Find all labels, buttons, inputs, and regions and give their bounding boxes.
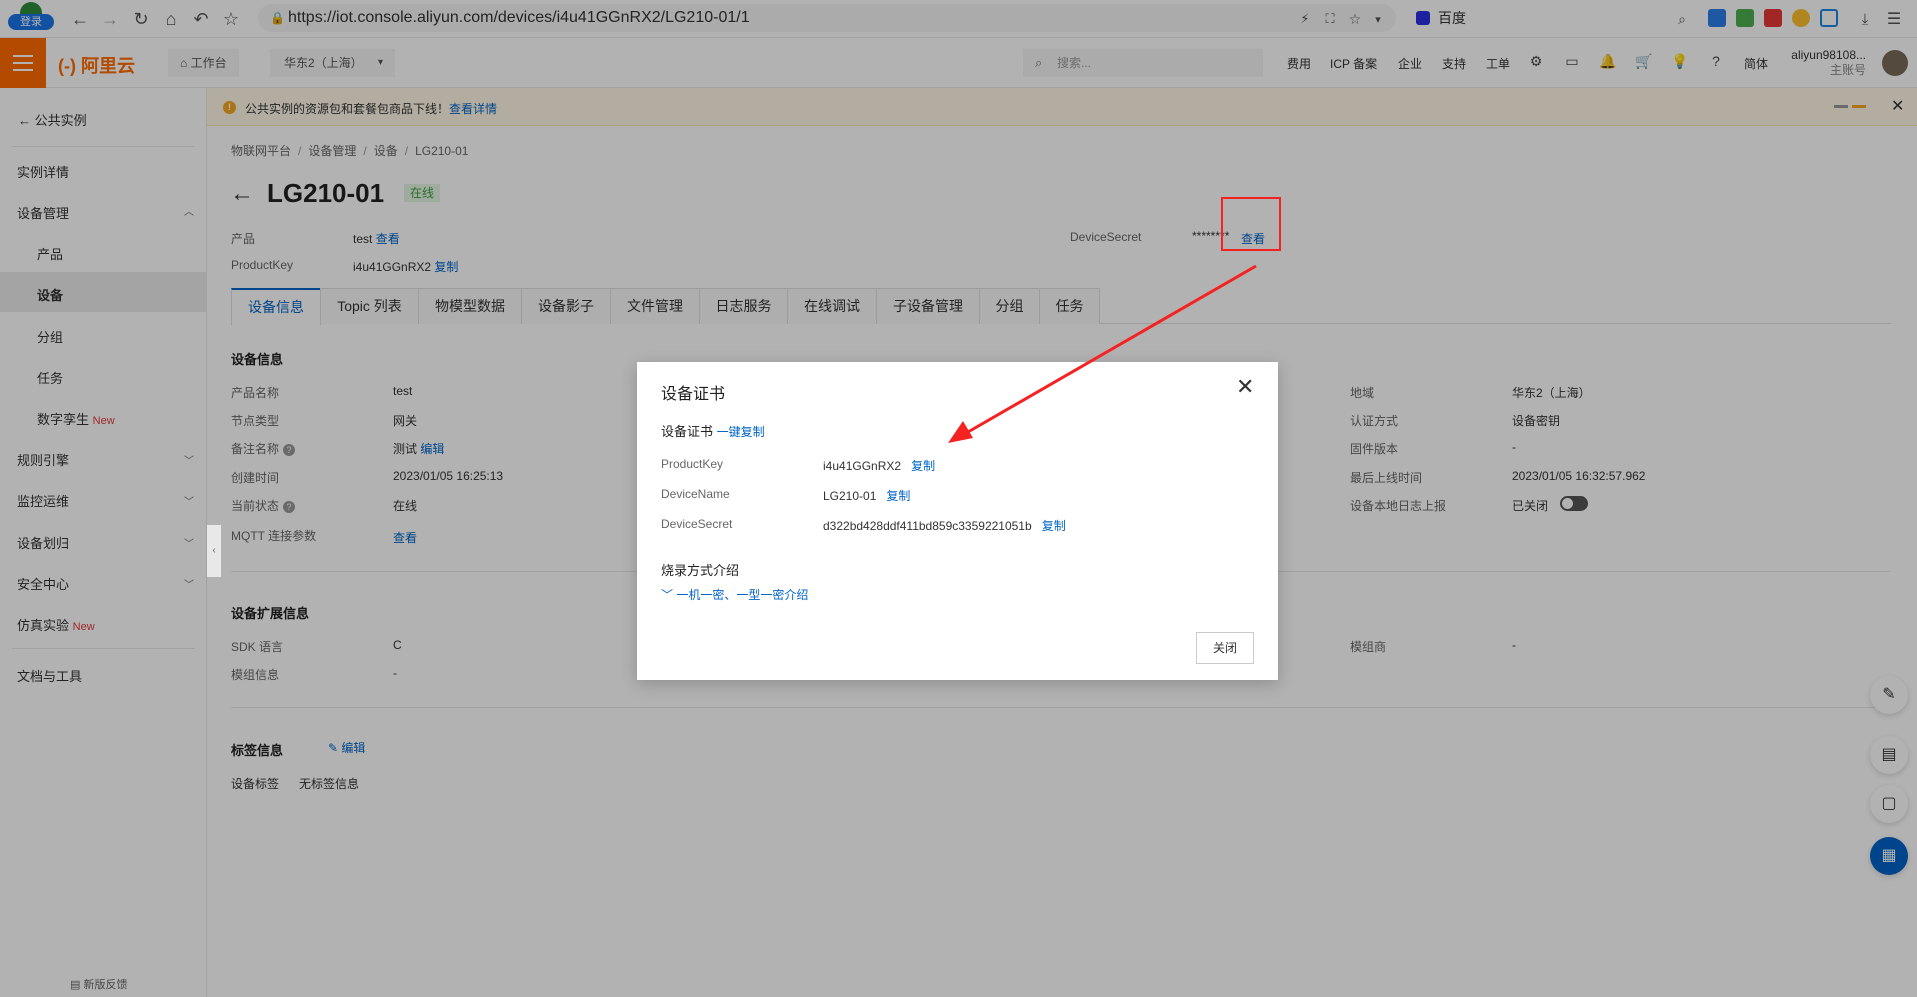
burn-method-title: 烧录方式介绍 [661,563,740,578]
dialog-pk-label: ProductKey [661,457,724,471]
dialog-close-button[interactable]: 关闭 [1196,632,1254,664]
burn-method-link-text: 一机一密、一型一密介绍 [676,588,809,602]
copy-ds-link[interactable]: 复制 [1042,519,1066,533]
burn-method-link[interactable]: ﹀ 一机一密、一型一密介绍 [661,586,808,603]
close-icon[interactable]: ✕ [1236,376,1254,398]
copy-pk-link[interactable]: 复制 [911,459,935,473]
dialog-ds-value: d322bd428ddf411bd859c3359221051b 复制 [823,517,1066,534]
dialog-ds-label: DeviceSecret [661,517,733,531]
dialog-dn-label: DeviceName [661,487,730,501]
device-certificate-dialog: 设备证书 ✕ 设备证书 一键复制 ProductKey i4u41GGnRX2 … [637,362,1278,680]
sidebar-collapse-handle[interactable]: ‹ [207,525,221,577]
chevron-down-icon: ﹀ [661,588,677,602]
dialog-dn-value: LG210-01 复制 [823,487,910,504]
copy-all-link[interactable]: 一键复制 [717,425,765,439]
dialog-title: 设备证书 [661,386,726,403]
dialog-subtitle-text: 设备证书 [661,424,714,439]
dialog-pk-value: i4u41GGnRX2 复制 [823,457,935,474]
dialog-dn-text: LG210-01 [823,489,877,503]
dialog-pk-text: i4u41GGnRX2 [823,459,902,473]
copy-dn-link[interactable]: 复制 [886,489,910,503]
dialog-ds-text: d322bd428ddf411bd859c3359221051b [823,519,1032,533]
annotation-highlight-box [1221,197,1281,251]
dialog-subtitle: 设备证书 一键复制 [661,421,765,440]
